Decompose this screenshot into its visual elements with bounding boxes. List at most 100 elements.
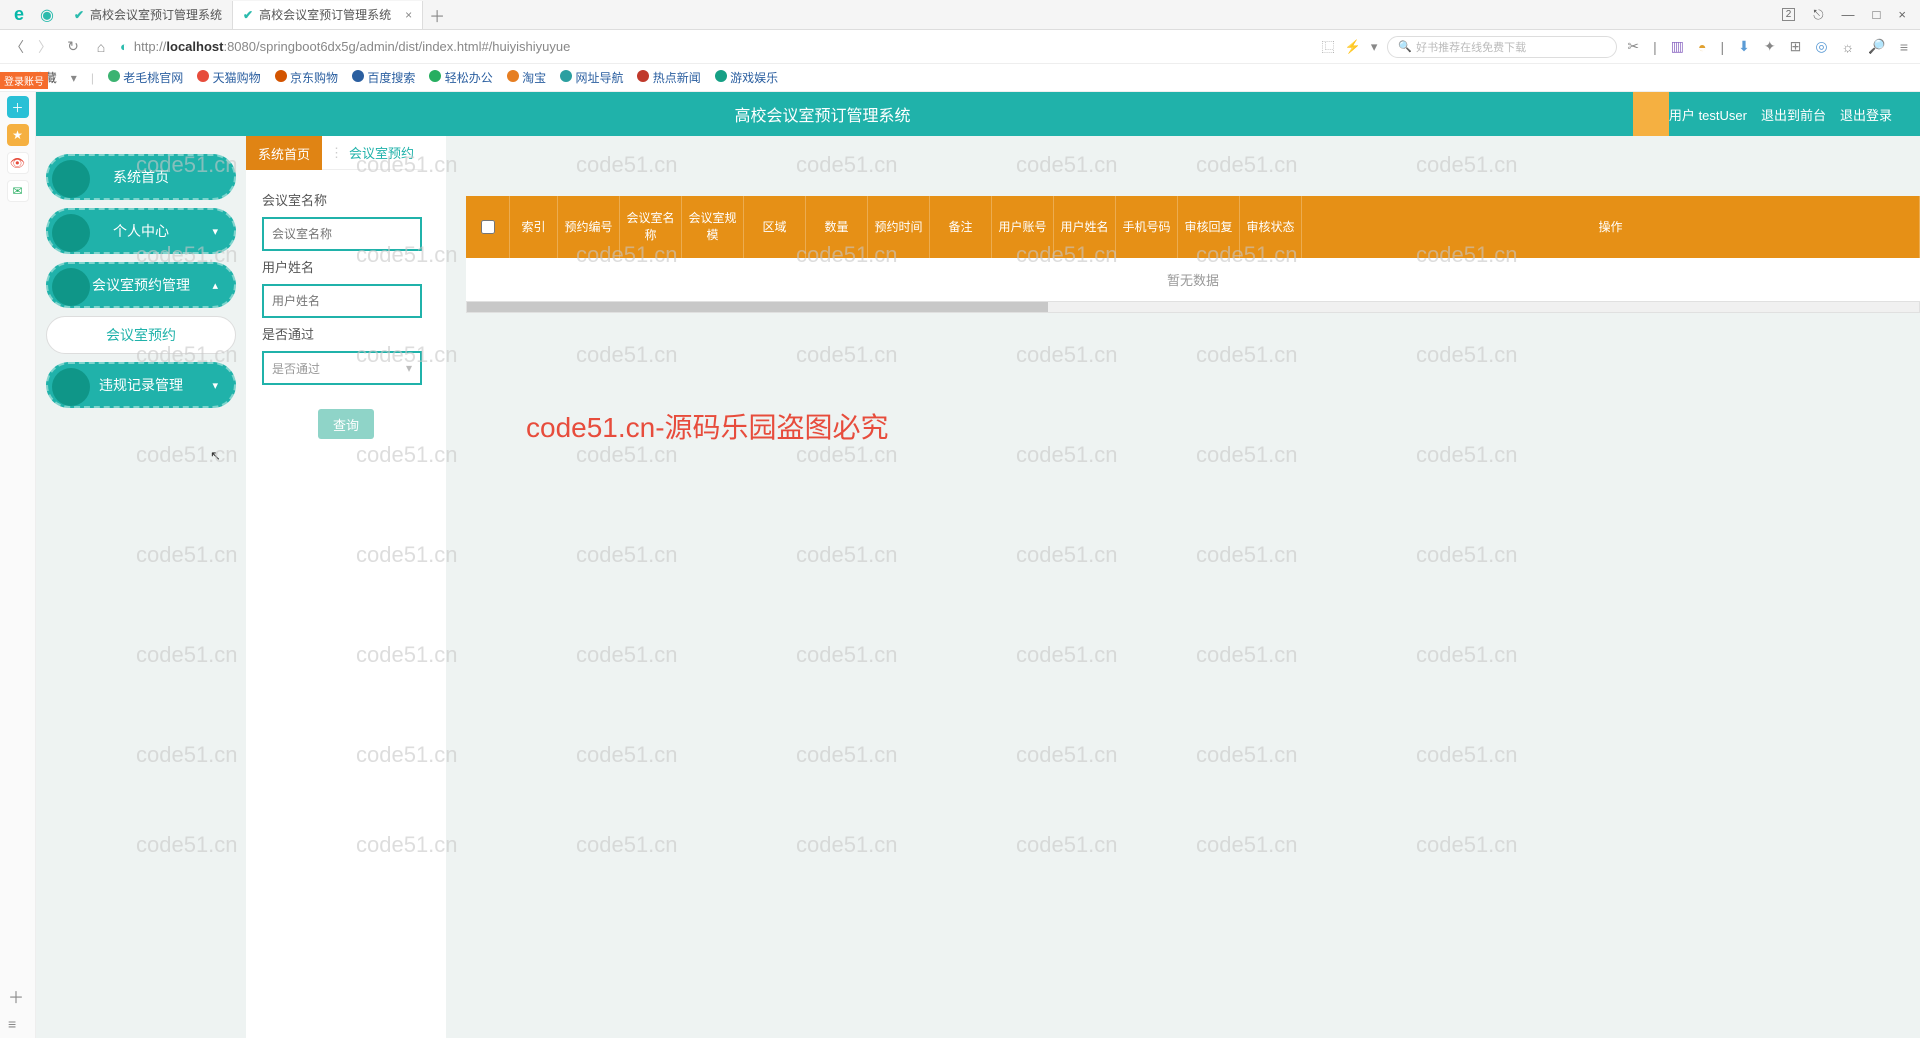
menu-violation[interactable]: 违规记录管理▾ <box>46 362 236 408</box>
puzzle-icon[interactable]: ✦ <box>1764 38 1776 55</box>
extension-icon[interactable]: ⎋ <box>1813 7 1823 23</box>
side-app-icon[interactable]: ＋ <box>7 96 29 118</box>
zoom-icon[interactable]: 🔎 <box>1868 38 1885 55</box>
apps-icon[interactable]: ⊞ <box>1790 38 1802 55</box>
col-time: 预约时间 <box>868 196 930 258</box>
col-area: 区域 <box>744 196 806 258</box>
tab-title: 高校会议室预订管理系统 <box>259 6 391 23</box>
forward-button[interactable]: 〉 <box>36 37 54 57</box>
bookmark-item[interactable]: 淘宝 <box>507 69 546 86</box>
shield-ext-icon[interactable]: ◓ <box>1698 39 1706 55</box>
tab-current[interactable]: ⋮ 会议室预约 <box>322 136 422 170</box>
tab-home[interactable]: 系统首页 <box>246 136 322 170</box>
col-account: 用户账号 <box>992 196 1054 258</box>
col-remark: 备注 <box>930 196 992 258</box>
close-window-button[interactable]: × <box>1898 7 1906 22</box>
bookmark-item[interactable]: 热点新闻 <box>637 69 700 86</box>
browser-tab-bar: e ◉ ✔ 高校会议室预订管理系统 ✔ 高校会议室预订管理系统 × ＋ 2 ⎋ … <box>0 0 1920 30</box>
sun-icon[interactable]: ☼ <box>1842 39 1855 55</box>
user-label: 用户 testUser <box>1669 105 1747 124</box>
col-review-status: 审核状态 <box>1240 196 1302 258</box>
menu-dots-icon: ⋮ <box>330 145 343 161</box>
bookmark-item[interactable]: 百度搜索 <box>352 69 415 86</box>
home-button[interactable]: ⌂ <box>92 39 110 55</box>
chevron-up-icon: ▴ <box>212 279 218 292</box>
back-button[interactable]: 〈 <box>8 37 26 57</box>
login-badge[interactable]: 登录账号 <box>0 72 48 89</box>
os-side-panel: ＋ ★ 👁 ✉ <box>0 92 36 1038</box>
horizontal-scrollbar[interactable] <box>466 301 1920 313</box>
url-display[interactable]: ◐ http://localhost:8080/springboot6dx5g/… <box>120 39 570 54</box>
bottom-menu-icon[interactable]: ≡ <box>8 1016 16 1032</box>
col-booking-no: 预约编号 <box>558 196 620 258</box>
bookmark-item[interactable]: 游戏娱乐 <box>715 69 778 86</box>
goto-front-link[interactable]: 退出到前台 <box>1761 105 1826 124</box>
room-name-input[interactable] <box>262 217 422 251</box>
compass-icon[interactable]: ◉ <box>40 5 54 25</box>
browser-search-input[interactable]: 🔍 好书推荐在线免费下载 <box>1387 36 1617 58</box>
chevron-down-icon[interactable]: ▾ <box>1371 39 1378 55</box>
app-title: 高校会议室预订管理系统 <box>734 102 910 126</box>
col-phone: 手机号码 <box>1116 196 1178 258</box>
search-panel: 系统首页 ⋮ 会议室预约 会议室名称 用户姓名 是否通过 是否通过 ▾ <box>246 136 446 1038</box>
menu-home[interactable]: 系统首页 <box>46 154 236 200</box>
qr-icon[interactable]: ⿺ <box>1322 37 1335 56</box>
col-room-name: 会议室名称 <box>620 196 682 258</box>
chevron-down-icon: ▾ <box>212 225 218 238</box>
menu-icon[interactable]: ≡ <box>1900 39 1908 55</box>
minimize-button[interactable]: — <box>1842 7 1855 22</box>
no-data-text: 暂无数据 <box>466 258 1920 301</box>
menu-booking-item[interactable]: 会议室预约 <box>46 316 236 354</box>
side-menu: 系统首页 个人中心▾ 会议室预约管理▴ 会议室预约 违规记录管理▾ <box>36 136 246 1038</box>
col-room-size: 会议室规模 <box>682 196 744 258</box>
bookmark-item[interactable]: 天猫购物 <box>197 69 260 86</box>
pass-select[interactable]: 是否通过 ▾ <box>262 351 422 385</box>
address-bar: 〈 〉 ↻ ⌂ ◐ http://localhost:8080/springbo… <box>0 30 1920 64</box>
menu-personal[interactable]: 个人中心▾ <box>46 208 236 254</box>
col-action: 操作 <box>1302 196 1920 258</box>
bookmark-item[interactable]: 老毛桃官网 <box>108 69 183 86</box>
bookmarks-bar: ★ 收藏 ▾ | 老毛桃官网 天猫购物 京东购物 百度搜索 轻松办公 淘宝 网址… <box>0 64 1920 92</box>
maximize-button[interactable]: □ <box>1873 7 1881 22</box>
site-icon: ✔ <box>243 8 253 22</box>
shield-icon: ◐ <box>120 39 128 54</box>
table-header-row: 索引 预约编号 会议室名称 会议室规模 区域 数量 预约时间 备注 用户账号 用… <box>466 196 1920 258</box>
user-name-label: 用户姓名 <box>262 257 430 276</box>
flash-icon[interactable]: ⚡ <box>1345 39 1361 55</box>
browser-tab[interactable]: ✔ 高校会议室预订管理系统 × <box>233 1 423 29</box>
query-button[interactable]: 查询 <box>318 409 374 439</box>
main-area: 索引 预约编号 会议室名称 会议室规模 区域 数量 预约时间 备注 用户账号 用… <box>466 136 1920 1038</box>
bookmark-item[interactable]: 网址导航 <box>560 69 623 86</box>
scrollbar-thumb[interactable] <box>467 302 1048 312</box>
globe-icon[interactable]: ◎ <box>1815 38 1827 55</box>
side-app-icon[interactable]: ✉ <box>7 180 29 202</box>
ribbon-decoration <box>1633 92 1669 136</box>
side-app-icon[interactable]: ★ <box>7 124 29 146</box>
download-icon[interactable]: ⬇ <box>1738 38 1750 55</box>
scissors-icon[interactable]: ✂ <box>1627 38 1639 55</box>
col-qty: 数量 <box>806 196 868 258</box>
watermark-text: code51.cn-源码乐园盗图必究 <box>526 406 889 446</box>
bookmark-item[interactable]: 轻松办公 <box>429 69 492 86</box>
translate-icon[interactable]: ▥ <box>1671 38 1684 55</box>
reload-button[interactable]: ↻ <box>64 38 82 55</box>
close-tab-icon[interactable]: × <box>405 8 412 22</box>
select-all-checkbox[interactable] <box>466 196 510 258</box>
user-name-input[interactable] <box>262 284 422 318</box>
bookmark-item[interactable]: 京东购物 <box>275 69 338 86</box>
site-icon: ✔ <box>74 8 84 22</box>
chevron-down-icon: ▾ <box>212 379 218 392</box>
add-shortcut-button[interactable]: ＋ <box>8 984 24 1008</box>
search-icon: 🔍 <box>1398 40 1412 53</box>
tab-title: 高校会议室预订管理系统 <box>90 6 222 23</box>
logout-link[interactable]: 退出登录 <box>1840 105 1892 124</box>
new-tab-button[interactable]: ＋ <box>423 1 451 29</box>
browser-tab[interactable]: ✔ 高校会议室预订管理系统 <box>64 1 233 29</box>
side-app-icon[interactable]: 👁 <box>7 152 29 174</box>
col-username: 用户姓名 <box>1054 196 1116 258</box>
menu-booking-mgmt[interactable]: 会议室预约管理▴ <box>46 262 236 308</box>
pass-label: 是否通过 <box>262 324 430 343</box>
tab-count-badge[interactable]: 2 <box>1782 8 1796 21</box>
chevron-down-icon: ▾ <box>406 361 412 375</box>
col-index: 索引 <box>510 196 558 258</box>
